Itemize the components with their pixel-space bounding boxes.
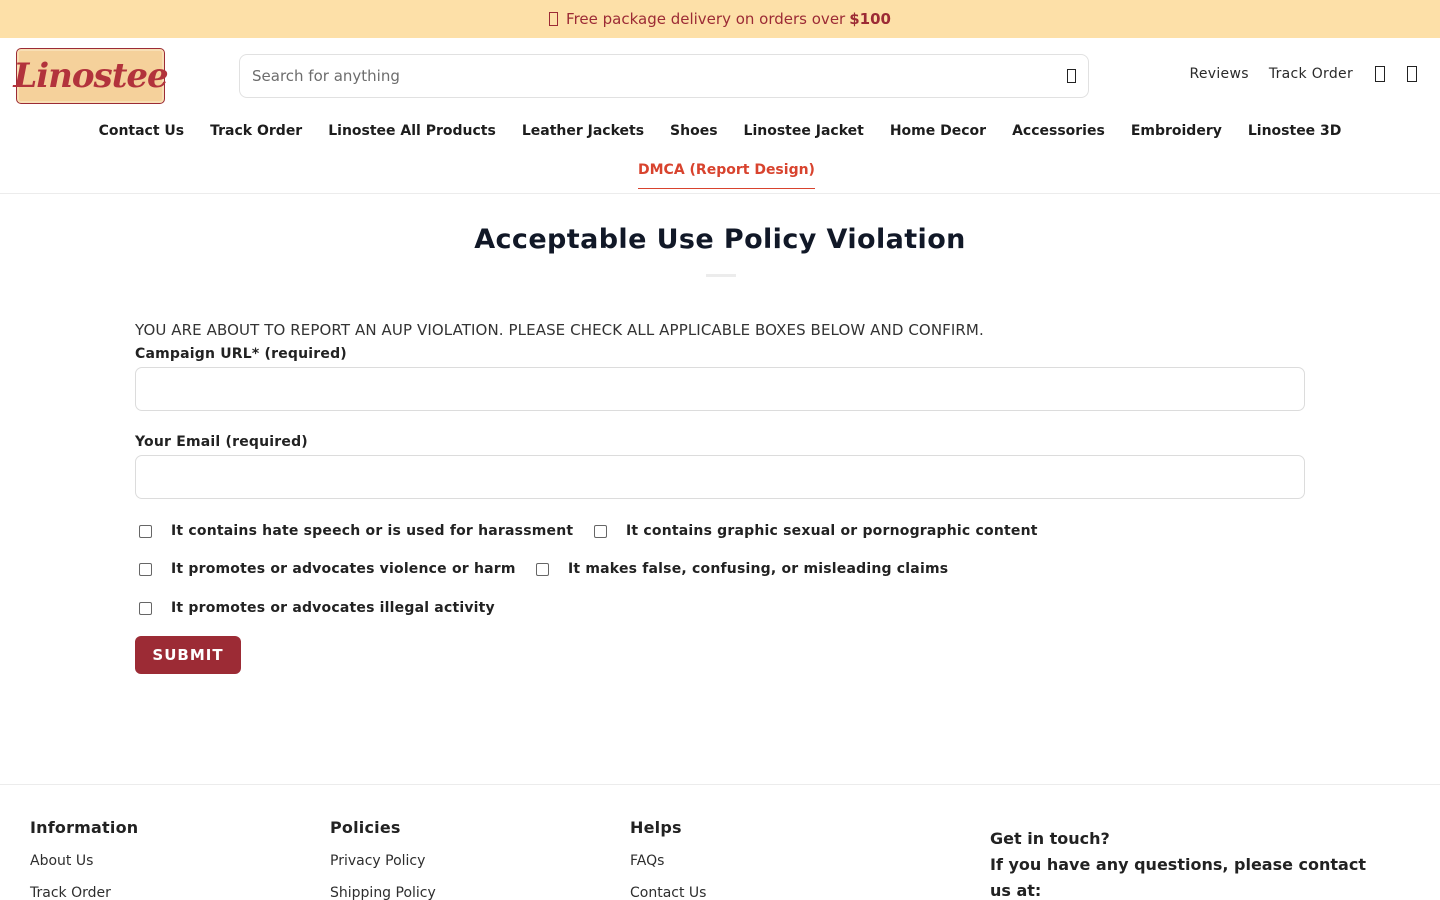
checkbox-box[interactable] bbox=[594, 524, 607, 538]
site-header: Linostee Search for anything Reviews Tra… bbox=[0, 38, 1440, 194]
footer-link-track-order[interactable]: Track Order bbox=[30, 885, 138, 900]
checkbox-hate-speech[interactable]: It contains hate speech or is used for h… bbox=[139, 523, 573, 539]
page-title: Acceptable Use Policy Violation bbox=[474, 224, 966, 255]
submit-button[interactable]: SUBMIT bbox=[135, 636, 241, 674]
main-nav: Contact Us Track Order Linostee All Prod… bbox=[0, 123, 1440, 139]
footer-heading: Policies bbox=[330, 818, 401, 837]
checkbox-box[interactable] bbox=[139, 601, 152, 615]
checkbox-violence[interactable]: It promotes or advocates violence or har… bbox=[139, 561, 516, 577]
footer-heading: Helps bbox=[630, 818, 682, 837]
footer-policies: Policies Privacy Policy Shipping Policy bbox=[330, 818, 436, 900]
footer-contact: Get in touch? If you have any questions,… bbox=[990, 826, 1390, 900]
nav-item-track-order[interactable]: Track Order bbox=[210, 123, 302, 139]
footer-link-privacy-policy[interactable]: Privacy Policy bbox=[330, 853, 436, 869]
nav-item-leather-jackets[interactable]: Leather Jackets bbox=[522, 123, 644, 139]
nav-item-shoes[interactable]: Shoes bbox=[670, 123, 718, 139]
checkbox-label: It contains hate speech or is used for h… bbox=[171, 523, 574, 539]
checkbox-box[interactable] bbox=[139, 524, 152, 538]
header-links: Reviews Track Order bbox=[1169, 66, 1417, 82]
search-bar[interactable]: Search for anything bbox=[239, 54, 1089, 98]
footer-heading: Information bbox=[30, 818, 139, 837]
checkbox-label: It makes false, confusing, or misleading… bbox=[568, 561, 949, 577]
track-order-link[interactable]: Track Order bbox=[1269, 66, 1353, 82]
checkbox-label: It promotes or advocates illegal activit… bbox=[171, 600, 495, 616]
logo[interactable]: Linostee bbox=[13, 48, 169, 104]
nav-item-contact-us[interactable]: Contact Us bbox=[99, 123, 185, 139]
checkbox-label: It contains graphic sexual or pornograph… bbox=[626, 523, 1038, 539]
footer-link-about-us[interactable]: About Us bbox=[30, 853, 138, 869]
truck-icon bbox=[549, 12, 559, 26]
promo-amount: $100 bbox=[849, 10, 891, 28]
contact-text: If you have any questions, please contac… bbox=[990, 855, 1366, 900]
footer-link-contact-us[interactable]: Contact Us bbox=[630, 885, 706, 900]
footer-link-faqs[interactable]: FAQs bbox=[630, 853, 706, 869]
search-input[interactable]: Search for anything bbox=[252, 67, 1067, 85]
nav-item-linostee-3d[interactable]: Linostee 3D bbox=[1248, 123, 1342, 139]
footer-link-shipping-policy[interactable]: Shipping Policy bbox=[330, 885, 436, 900]
footer-helps: Helps FAQs Contact Us bbox=[630, 818, 706, 900]
campaign-url-label: Campaign URL* (required) bbox=[135, 346, 347, 362]
checkbox-sexual-content[interactable]: It contains graphic sexual or pornograph… bbox=[594, 523, 1038, 539]
footer-information: Information About Us Track Order bbox=[30, 818, 138, 900]
title-divider bbox=[706, 274, 736, 277]
checkbox-label: It promotes or advocates violence or har… bbox=[171, 561, 516, 577]
cart-icon[interactable] bbox=[1407, 66, 1417, 82]
account-icon[interactable] bbox=[1375, 66, 1385, 82]
nav-item-embroidery[interactable]: Embroidery bbox=[1131, 123, 1222, 139]
logo-text: Linostee bbox=[13, 56, 168, 96]
nav-item-home-decor[interactable]: Home Decor bbox=[890, 123, 986, 139]
email-input[interactable] bbox=[135, 455, 1305, 499]
nav-item-linostee-jacket[interactable]: Linostee Jacket bbox=[744, 123, 864, 139]
nav-item-dmca[interactable]: DMCA (Report Design) bbox=[638, 162, 815, 189]
checkbox-box[interactable] bbox=[536, 562, 549, 576]
promo-bar: Free package delivery on orders over $10… bbox=[0, 0, 1440, 38]
search-icon[interactable] bbox=[1067, 69, 1076, 83]
campaign-url-input[interactable] bbox=[135, 367, 1305, 411]
reviews-link[interactable]: Reviews bbox=[1189, 66, 1248, 82]
nav-item-accessories[interactable]: Accessories bbox=[1012, 123, 1105, 139]
checkbox-illegal[interactable]: It promotes or advocates illegal activit… bbox=[139, 600, 495, 616]
intro-text: YOU ARE ABOUT TO REPORT AN AUP VIOLATION… bbox=[135, 321, 984, 339]
email-label: Your Email (required) bbox=[135, 434, 308, 450]
checkbox-misleading[interactable]: It makes false, confusing, or misleading… bbox=[536, 561, 948, 577]
site-footer: Information About Us Track Order Policie… bbox=[0, 784, 1440, 900]
contact-heading: Get in touch? bbox=[990, 829, 1110, 848]
promo-text: Free package delivery on orders over bbox=[566, 10, 846, 28]
nav-item-all-products[interactable]: Linostee All Products bbox=[328, 123, 496, 139]
checkbox-box[interactable] bbox=[139, 562, 152, 576]
